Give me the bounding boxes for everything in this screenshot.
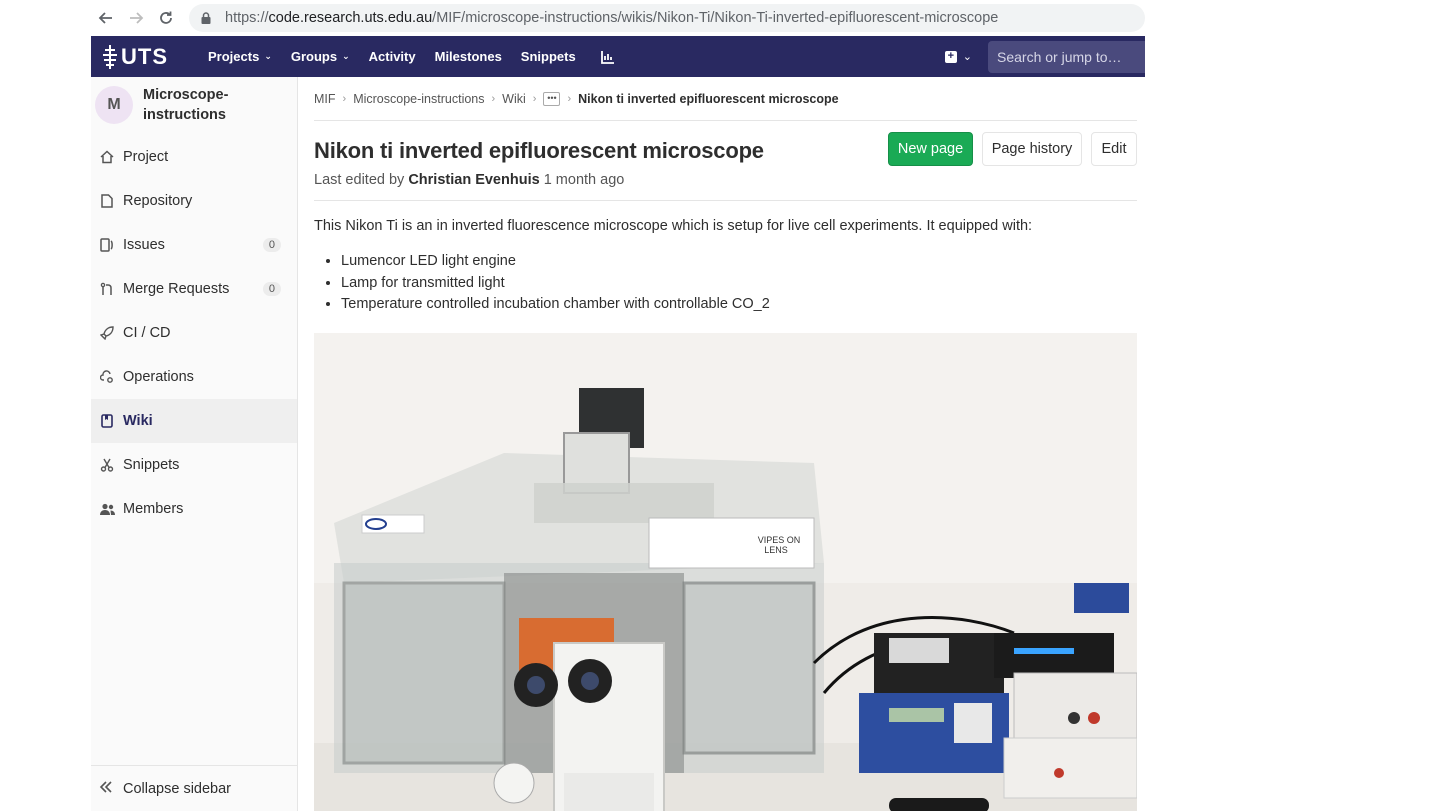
- photo-sign-line2: LENS: [764, 545, 788, 555]
- issues-icon: [99, 237, 115, 253]
- last-edited-info: Last edited by Christian Evenhuis 1 mont…: [314, 172, 624, 188]
- breadcrumb: MIF › Microscope-instructions › Wiki › •…: [314, 77, 1137, 121]
- url-path: /MIF/microscope-instructions/wikis/Nikon…: [432, 10, 999, 26]
- edit-button[interactable]: Edit: [1091, 132, 1137, 166]
- sidebar-item-wiki[interactable]: Wiki: [91, 399, 297, 443]
- nav-projects[interactable]: Projects ⌄: [208, 49, 272, 64]
- uts-crest-icon: [103, 44, 117, 69]
- ellipsis-icon[interactable]: •••: [543, 91, 561, 106]
- chart-icon[interactable]: [600, 50, 615, 64]
- merge-requests-count-badge: 0: [262, 282, 281, 296]
- doc-icon: [99, 193, 115, 209]
- sidebar-item-operations[interactable]: Operations: [91, 355, 297, 399]
- project-name: Microscope-instructions: [143, 87, 229, 123]
- sidebar-item-ci-cd[interactable]: CI / CD: [91, 311, 297, 355]
- sidebar-item-label: Snippets: [123, 457, 180, 473]
- new-page-button[interactable]: New page: [888, 132, 973, 166]
- nav-projects-label: Projects: [208, 49, 260, 64]
- reload-icon[interactable]: [151, 3, 181, 33]
- nav-activity[interactable]: Activity: [369, 49, 416, 64]
- chevron-right-icon: ›: [532, 92, 537, 105]
- sidebar-item-label: Merge Requests: [123, 281, 230, 297]
- url-scheme: https://: [225, 10, 269, 26]
- collapse-sidebar-button[interactable]: Collapse sidebar: [91, 765, 297, 811]
- sidebar-item-members[interactable]: Members: [91, 487, 297, 531]
- new-dropdown-button[interactable]: + ⌄: [944, 50, 972, 63]
- sidebar-item-label: Issues: [123, 237, 165, 253]
- wiki-page-header: Nikon ti inverted epifluorescent microsc…: [314, 121, 1137, 201]
- users-icon: [99, 501, 115, 517]
- sidebar-item-snippets[interactable]: Snippets: [91, 443, 297, 487]
- back-arrow-icon[interactable]: [91, 3, 121, 33]
- wiki-content: MIF › Microscope-instructions › Wiki › •…: [314, 77, 1137, 811]
- sidebar-item-label: Members: [123, 501, 184, 517]
- rocket-icon: [99, 325, 115, 341]
- scissors-icon: [99, 457, 115, 473]
- double-chevron-left-icon: [99, 780, 115, 798]
- sidebar-item-merge-requests[interactable]: Merge Requests 0: [91, 267, 297, 311]
- chevron-right-icon: ›: [342, 92, 347, 105]
- home-icon: [99, 149, 115, 165]
- issues-count-badge: 0: [262, 238, 281, 252]
- chevron-down-icon: ⌄: [962, 51, 972, 63]
- nav-groups[interactable]: Groups ⌄: [291, 49, 350, 64]
- list-item: Temperature controlled incubation chambe…: [341, 294, 1137, 316]
- nav-milestones[interactable]: Milestones: [435, 49, 502, 64]
- sidebar-item-label: Project: [123, 149, 169, 165]
- url-host: code.research.uts.edu.au: [268, 10, 433, 26]
- nav-snippets[interactable]: Snippets: [521, 49, 576, 64]
- sidebar-item-project[interactable]: Project: [91, 135, 297, 179]
- chevron-right-icon: ›: [567, 92, 572, 105]
- nav-groups-label: Groups: [290, 49, 338, 64]
- chevron-down-icon: ⌄: [342, 51, 350, 61]
- uts-logo[interactable]: UTS: [103, 44, 183, 70]
- browser-toolbar: https://code.research.uts.edu.au/MIF/mic…: [91, 0, 1145, 36]
- microscope-photo-illustration: VIPES ON LENS: [314, 333, 1137, 811]
- page-description: This Nikon Ti is an in inverted fluoresc…: [314, 218, 1033, 234]
- book-icon: [99, 413, 115, 429]
- microscope-photo: VIPES ON LENS: [314, 333, 1137, 811]
- list-item: Lumencor LED light engine: [341, 251, 1137, 273]
- chevron-down-icon: ⌄: [264, 51, 272, 61]
- search-input[interactable]: Search or jump to…: [988, 40, 1145, 73]
- sidebar-item-label: Repository: [123, 193, 193, 209]
- breadcrumb-current[interactable]: Nikon ti inverted epifluorescent microsc…: [578, 92, 838, 106]
- project-avatar: M: [95, 86, 133, 124]
- breadcrumb-item-group[interactable]: MIF: [314, 92, 336, 106]
- sidebar-item-issues[interactable]: Issues 0: [91, 223, 297, 267]
- forward-arrow-icon[interactable]: [121, 3, 151, 33]
- sidebar-project-header[interactable]: M Microscope-instructions: [91, 77, 297, 133]
- breadcrumb-item-project[interactable]: Microscope-instructions: [353, 92, 484, 106]
- breadcrumb-item-wiki[interactable]: Wiki: [502, 92, 526, 106]
- edit-age: 1 month ago: [543, 172, 625, 188]
- logo-text: UTS: [121, 43, 168, 69]
- author-name[interactable]: Christian Evenhuis: [408, 172, 539, 188]
- page-history-button[interactable]: Page history: [982, 132, 1082, 166]
- sidebar-item-repository[interactable]: Repository: [91, 179, 297, 223]
- address-bar[interactable]: https://code.research.uts.edu.au/MIF/mic…: [189, 4, 1145, 32]
- page-title: Nikon ti inverted epifluorescent microsc…: [314, 138, 764, 163]
- plus-icon: +: [944, 50, 957, 63]
- photo-sign-line1: VIPES ON: [758, 535, 801, 545]
- project-sidebar: M Microscope-instructions Project Reposi…: [91, 77, 298, 811]
- lock-icon: [201, 12, 215, 24]
- top-navbar: UTS Projects ⌄ Groups ⌄ Activity Milestone…: [91, 36, 1145, 77]
- sidebar-item-label: CI / CD: [123, 325, 171, 341]
- collapse-sidebar-label: Collapse sidebar: [123, 780, 232, 797]
- sidebar-item-label: Wiki: [123, 413, 153, 429]
- merge-request-icon: [99, 281, 115, 297]
- cloud-gear-icon: [99, 369, 115, 385]
- sidebar-item-label: Operations: [123, 369, 194, 385]
- feature-list: Lumencor LED light engine Lamp for trans…: [341, 251, 1137, 316]
- last-edited-prefix: Last edited by: [314, 172, 405, 188]
- list-item: Lamp for transmitted light: [341, 273, 1137, 295]
- chevron-right-icon: ›: [491, 92, 496, 105]
